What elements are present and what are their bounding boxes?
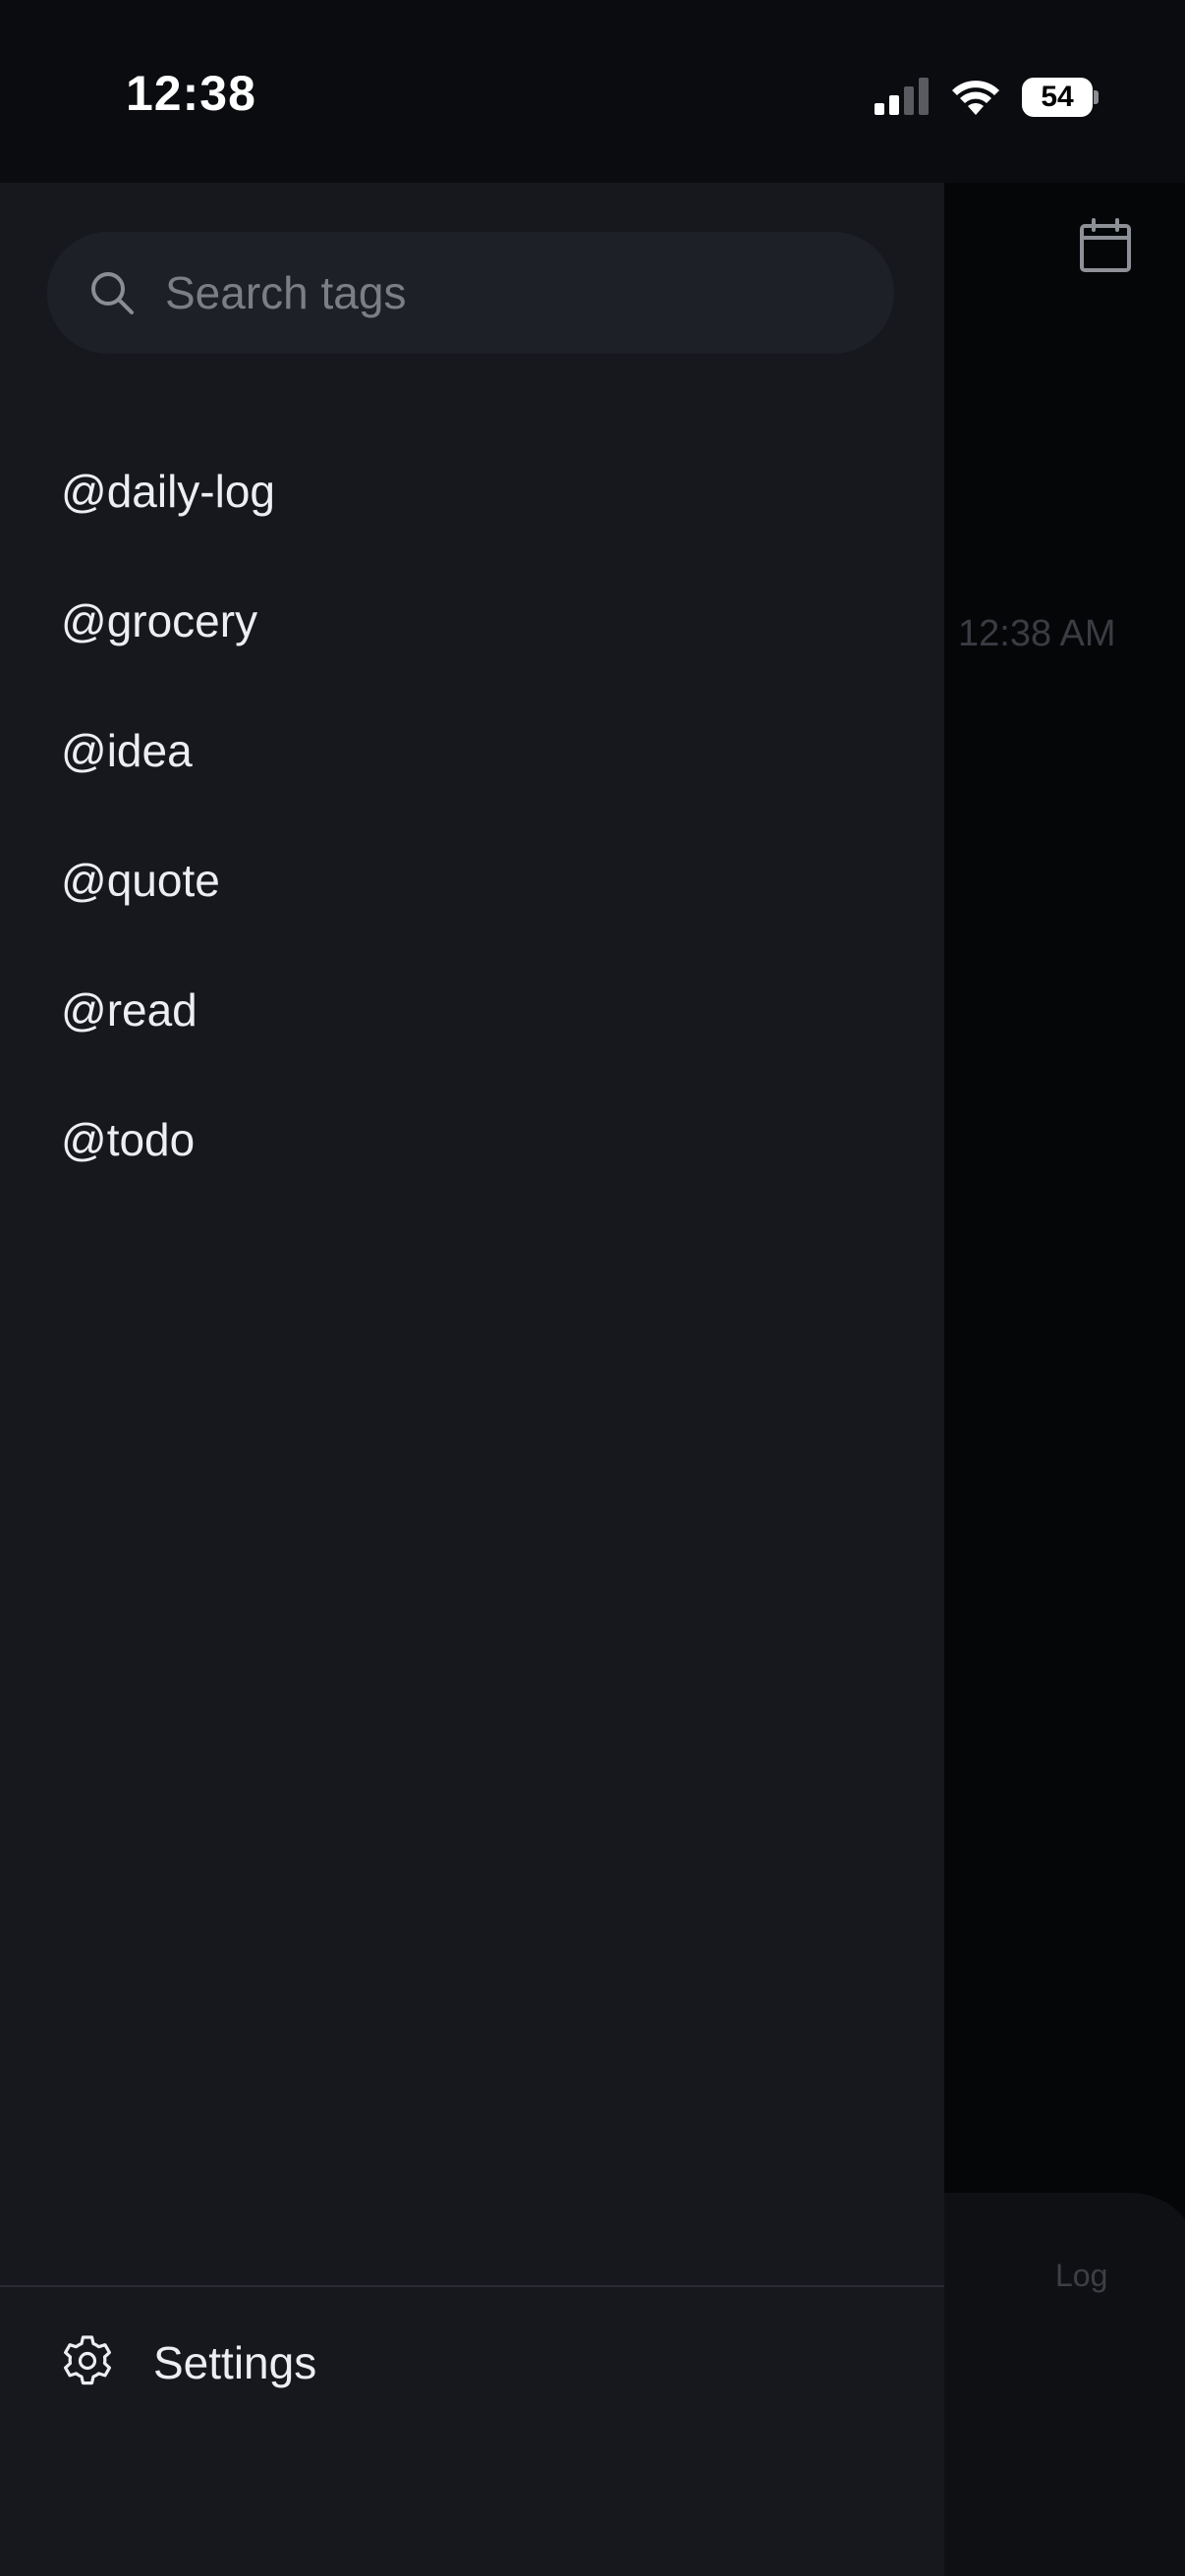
- status-bar: 12:38 54: [0, 0, 1185, 183]
- status-icons: 54: [875, 73, 1099, 122]
- tag-item-todo[interactable]: @todo: [0, 1075, 944, 1204]
- battery-tip: [1094, 90, 1099, 104]
- tag-list: @daily-log @grocery @idea @quote @read @…: [0, 426, 944, 1204]
- entry-timestamp: 12:38 AM: [958, 613, 1116, 654]
- settings-label: Settings: [153, 2337, 317, 2388]
- search-icon: [91, 272, 134, 314]
- calendar-icon[interactable]: [1079, 218, 1132, 273]
- tag-drawer: @daily-log @grocery @idea @quote @read @…: [0, 183, 944, 2576]
- search-bar[interactable]: [47, 232, 894, 354]
- cellular-signal-icon: [875, 78, 929, 115]
- settings-button[interactable]: Settings: [0, 2287, 944, 2435]
- search-tags-input[interactable]: [163, 252, 871, 334]
- screen: 12:38 54 12:38 AM Log Search tags @daily…: [0, 0, 1185, 2576]
- gear-icon: [64, 2335, 111, 2385]
- battery-level: 54: [1022, 78, 1093, 117]
- wifi-icon: [952, 81, 999, 115]
- tag-item-idea[interactable]: @idea: [0, 686, 944, 815]
- status-time: 12:38: [126, 66, 256, 121]
- tag-item-quote[interactable]: @quote: [0, 815, 944, 945]
- tag-item-daily-log[interactable]: @daily-log: [0, 426, 944, 556]
- tag-item-read[interactable]: @read: [0, 945, 944, 1075]
- battery-icon: 54: [1022, 78, 1099, 117]
- tag-item-grocery[interactable]: @grocery: [0, 556, 944, 686]
- bottom-input-panel: [944, 2193, 1185, 2576]
- log-button[interactable]: Log: [1055, 2258, 1107, 2294]
